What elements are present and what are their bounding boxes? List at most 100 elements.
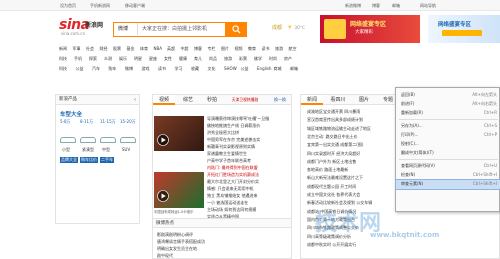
video-news-item[interactable]: 导演曝蔡徐坤演技辱骂'吐槽'一旦服 [207, 116, 291, 122]
nav-link[interactable]: 中超 [181, 46, 189, 52]
video-news-item[interactable]: 佛挟地推旗生产线 日调薪涨价 [207, 123, 291, 129]
nav-link[interactable]: 基金 [127, 46, 135, 52]
news-item[interactable]: 成都门户外为 新区土地出售 [307, 159, 402, 165]
video-news-item[interactable]: 一小 被选国运动送走在 [207, 200, 291, 206]
video-thumb-2[interactable] [154, 172, 204, 208]
nav-link[interactable]: 女性 [164, 56, 172, 62]
video-news-item[interactable]: 最大尔北里之大门开封分价实 [207, 179, 291, 185]
car-type-link[interactable]: 小型 [62, 147, 70, 153]
nav-link[interactable]: English [257, 66, 271, 71]
nav-link[interactable]: 购车 [109, 66, 117, 72]
nav-link[interactable]: 军事 [73, 46, 81, 52]
nav-link[interactable]: 读书 [262, 46, 270, 52]
context-menu-item[interactable]: 查看网页源代码(V) Ctrl+U [396, 162, 500, 171]
video-news-item[interactable]: 中国男军在东京 完美逆袭击实 [207, 137, 291, 143]
news-item[interactable]: 成都中秋实时 公开开展实行 [307, 242, 402, 248]
weibo-hot-item[interactable]: 影剧演剧明粉心调评 [157, 232, 193, 238]
nav-link[interactable]: 商城 [274, 66, 282, 72]
nav-link[interactable]: 财经 [100, 46, 108, 52]
nav-link[interactable]: NBA [154, 46, 162, 51]
nav-link[interactable]: 航空 [289, 46, 297, 52]
nav-link[interactable]: 专栏 [208, 46, 216, 52]
search-input[interactable]: 大家正在搜：白拍摄上邻影机 [142, 23, 207, 35]
sina-logo[interactable]: sina 新浪网 sina.com.cn [59, 17, 109, 39]
news-item[interactable]: 城区域铁路物流运输主动走进了地区 [307, 126, 402, 132]
context-menu-item[interactable]: 重新加载(R) Ctrl+R [396, 109, 500, 118]
nav-link[interactable]: 股票 [113, 46, 121, 52]
product-link[interactable]: 二手车 [100, 157, 114, 163]
weather-widget[interactable]: 成都 ☀ 30℃ [272, 24, 305, 31]
price-range-link[interactable]: 15-20万 [120, 119, 136, 125]
refresh-link[interactable]: 换一换 [268, 95, 292, 105]
tab-video[interactable]: 视频 [153, 95, 175, 105]
nav-link[interactable]: 英超 [167, 46, 175, 52]
nav-link[interactable]: 图片 [221, 46, 229, 52]
video-news-item[interactable]: 户高中学子首年联合高考 [207, 158, 291, 164]
nav-link[interactable]: 教育 [248, 46, 256, 52]
weibo-hot-item[interactable]: 唐鸿嘲讽言情手表搭配成功 [157, 239, 205, 245]
tab-sichuan[interactable]: 看四川 [325, 95, 351, 105]
nav-link[interactable]: 星座 [149, 56, 157, 62]
context-menu-item[interactable]: 返回(B) Alt+向左箭头 [396, 91, 500, 100]
nav-link[interactable]: 众测 [104, 56, 112, 62]
nav-link[interactable]: 视频 [235, 46, 243, 52]
news-item[interactable]: 新山大新宪法最难设置这片之下 [307, 175, 402, 181]
promo-link[interactable]: 天津卫视热播剧 [225, 95, 265, 105]
car-type-link[interactable]: SUV [122, 147, 130, 152]
news-item[interactable]: 四川实录超时开 经济大局超好 [307, 151, 402, 157]
price-range-link[interactable]: 5-8万 [60, 119, 71, 125]
context-menu-item[interactable]: 翻成中文(简体)(T) [396, 149, 500, 158]
topbar-link[interactable]: 新浪微博 [345, 3, 361, 9]
context-menu-item[interactable]: 投射(C)... [396, 140, 500, 149]
context-menu-item[interactable]: 检查(N) Ctrl+Shift+I [396, 171, 500, 180]
price-range-link[interactable]: 11-15万 [100, 119, 116, 125]
ad-banner[interactable]: 网络盛宴专区 大家精彩 [320, 15, 420, 43]
nav-link[interactable]: 社会 [86, 46, 94, 52]
video-news-item[interactable]: 洪秀全秘密大比拼 [207, 130, 291, 136]
nav-link[interactable]: 公益 [76, 66, 84, 72]
nav-link[interactable]: 育儿 [194, 56, 202, 62]
nav-link[interactable]: 收藏 [191, 66, 199, 72]
topbar-link[interactable]: 博客 [372, 3, 380, 9]
nav-link[interactable]: 科技 [59, 56, 67, 62]
video-news-item[interactable]: 家谱露教主生爱情世生 [207, 151, 291, 157]
nav-link[interactable]: 手机 [74, 56, 82, 62]
nav-link[interactable]: 时尚 [269, 56, 277, 62]
video-caption[interactable]: 中国战车成转运1-0卡塔尔 [154, 209, 204, 215]
nav-link[interactable]: SHOW [224, 66, 237, 71]
search-button[interactable] [225, 21, 247, 37]
nav-link[interactable]: 明星 [134, 56, 142, 62]
video-thumb-1[interactable] [154, 116, 204, 151]
nav-link[interactable]: 探索 [89, 56, 97, 62]
tab-miaopai[interactable]: 秒拍 [201, 95, 223, 105]
topbar-link[interactable]: 设为首页 [60, 3, 76, 9]
topbar-link[interactable]: 邮箱 [392, 3, 400, 9]
nav-link[interactable]: 新闻 [59, 46, 67, 52]
news-item[interactable]: 成都现代主题公园 开工时间 [307, 184, 402, 190]
nav-link[interactable]: 邮箱 [290, 66, 298, 72]
news-item[interactable]: 北京主动: 路交路日中出土价 [307, 134, 402, 140]
ad-banner-2[interactable]: 网络盛宴专区 [428, 15, 500, 43]
context-menu-item[interactable]: 另存为(A)... Ctrl+S [396, 122, 500, 131]
news-item[interactable]: 宜宾第一出实交通 成都第二(图) [307, 142, 402, 148]
car-type-link[interactable]: 中型 [102, 147, 110, 153]
weibo-hot-item[interactable]: 明确出女发生员主在地 [157, 246, 197, 252]
nav-link[interactable]: 游戏 [142, 66, 150, 72]
news-item[interactable]: 各地高价 路面土地最新 [307, 167, 402, 173]
weibo-hot-item[interactable]: 剧中现代 [157, 253, 173, 259]
nav-link[interactable]: 尚品 [209, 56, 217, 62]
video-news-item[interactable]: 情感: 只会说来无用用中机 [207, 186, 291, 192]
nav-link[interactable]: 房产 [284, 56, 292, 62]
nav-link[interactable]: 健康 [179, 56, 187, 62]
tab-variety[interactable]: 综艺 [177, 95, 199, 105]
tab-pictures[interactable]: 图片 [353, 95, 375, 105]
video-news-item[interactable]: 开拓红门胜场造为实机赛成法 [207, 172, 291, 178]
context-menu-item[interactable]: 审查元素(N) Ctrl+Shift+I [395, 179, 500, 190]
search-category-select[interactable]: 微博 [114, 23, 138, 35]
nav-link[interactable]: 学习 [175, 66, 183, 72]
nav-link[interactable]: 微博 [125, 66, 133, 72]
car-type-link[interactable]: 紧凑型 [82, 147, 94, 153]
product-link[interactable]: 购车比价 [80, 157, 98, 163]
chevron-left-icon[interactable]: ‹ [134, 95, 136, 105]
nav-link[interactable]: 文化 [208, 66, 216, 72]
